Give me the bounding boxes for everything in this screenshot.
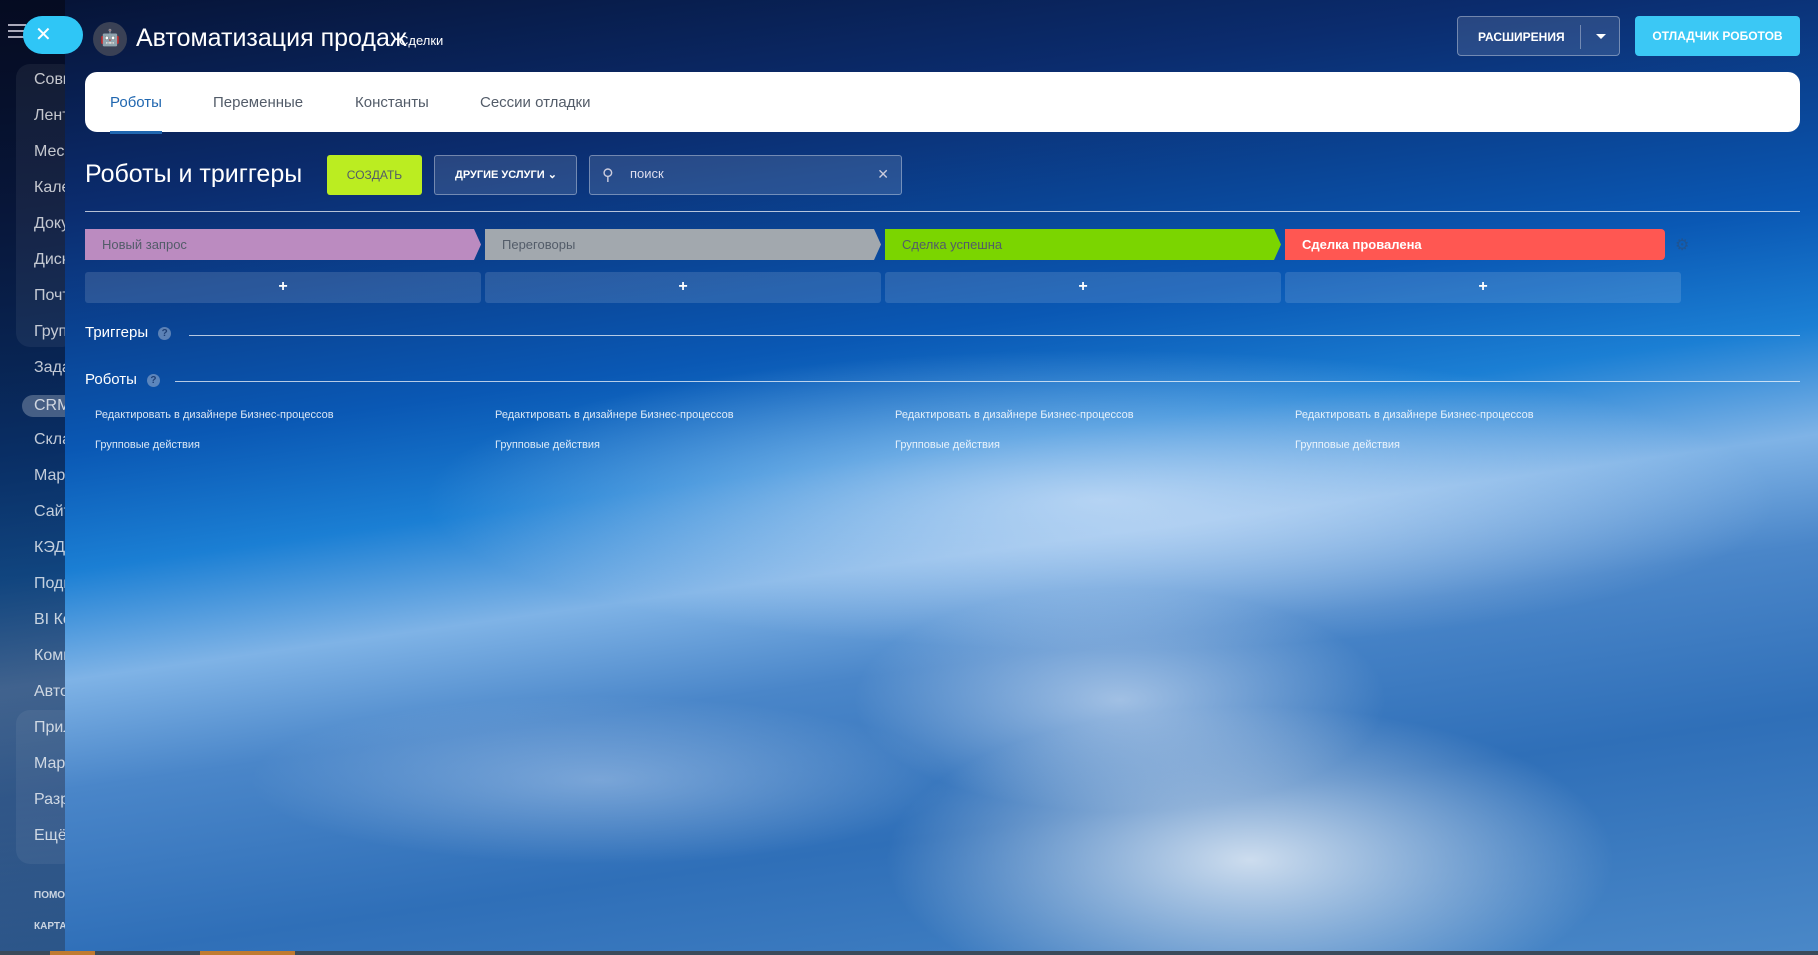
- entity-subtitle: Сделки: [399, 33, 444, 48]
- edit-in-designer-link[interactable]: Редактировать в дизайнере Бизнес-процесс…: [495, 409, 734, 421]
- group-actions-link[interactable]: Групповые действия: [495, 439, 600, 451]
- robots-heading: Роботы?: [85, 371, 160, 388]
- sidebar-item[interactable]: Зада: [34, 359, 65, 377]
- edit-in-designer-link[interactable]: Редактировать в дизайнере Бизнес-процесс…: [95, 409, 334, 421]
- sidebar-item[interactable]: Мар: [34, 467, 65, 485]
- sidebar-item[interactable]: Кале: [34, 179, 65, 197]
- group-actions-link[interactable]: Групповые действия: [895, 439, 1000, 451]
- sidebar-item[interactable]: BI Ко: [34, 611, 65, 629]
- divider: [175, 381, 1800, 382]
- sidebar-item[interactable]: Прил: [34, 719, 65, 737]
- sidebar-item[interactable]: Месс: [34, 143, 65, 161]
- triggers-label: Триггеры: [85, 324, 149, 341]
- robot-debugger-button[interactable]: ОТЛАДЧИК РОБОТОВ: [1635, 16, 1800, 56]
- stage-column-header: Сделка провалена: [1285, 229, 1665, 260]
- caret-down-icon[interactable]: [1596, 34, 1606, 44]
- tab-robots[interactable]: Роботы: [110, 94, 162, 134]
- close-slider-button[interactable]: ✕: [23, 16, 83, 54]
- tab-constants[interactable]: Константы: [355, 94, 429, 111]
- clear-icon[interactable]: ✕: [877, 166, 889, 183]
- sidebar-item[interactable]: Подп: [34, 575, 65, 593]
- robot-icon: 🤖: [93, 22, 127, 56]
- extensions-button[interactable]: РАСШИРЕНИЯ: [1457, 16, 1620, 56]
- tab-debug-sessions[interactable]: Сессии отладки: [480, 94, 590, 111]
- sidebar-item[interactable]: Сайт: [34, 503, 65, 521]
- sidebar-item[interactable]: Почт: [34, 287, 65, 305]
- search-input[interactable]: [630, 166, 870, 181]
- sidebar-item[interactable]: CRM: [22, 395, 65, 417]
- divider: [1580, 25, 1581, 49]
- sidebar-item[interactable]: Авто: [34, 683, 65, 701]
- add-robot-button[interactable]: +: [485, 272, 881, 303]
- other-services-label: ДРУГИЕ УСЛУГИ: [455, 169, 545, 181]
- sidebar-footer-link[interactable]: ПОМО: [34, 890, 65, 901]
- group-actions-link[interactable]: Групповые действия: [95, 439, 200, 451]
- add-robot-button[interactable]: +: [85, 272, 481, 303]
- sidebar-item[interactable]: Ещё: [34, 827, 65, 845]
- stage-column-header: Переговоры: [485, 229, 881, 260]
- group-actions-link[interactable]: Групповые действия: [1295, 439, 1400, 451]
- add-robot-button[interactable]: +: [885, 272, 1281, 303]
- section-heading: Роботы и триггеры: [85, 160, 303, 188]
- divider: [189, 335, 1800, 336]
- page-title: Автоматизация продаж: [136, 24, 407, 52]
- robots-label: Роботы: [85, 371, 137, 388]
- left-sidebar: Совм Лент Месс Кале Доку Диск Почт Груп Зада CRM С…: [0, 0, 65, 955]
- sidebar-item[interactable]: Скла: [34, 431, 65, 449]
- sidebar-item[interactable]: Лент: [34, 107, 65, 125]
- sidebar-item[interactable]: Груп: [34, 323, 65, 341]
- tab-variables[interactable]: Переменные: [213, 94, 303, 111]
- gear-icon[interactable]: ⚙: [1675, 235, 1689, 255]
- search-icon: ⚲: [602, 167, 614, 184]
- sidebar-item[interactable]: Комп: [34, 647, 65, 665]
- help-icon[interactable]: ?: [146, 374, 160, 387]
- edit-in-designer-link[interactable]: Редактировать в дизайнере Бизнес-процесс…: [895, 409, 1134, 421]
- sidebar-item[interactable]: Совм: [34, 71, 65, 89]
- sidebar-footer-link[interactable]: КАРТА: [34, 921, 65, 932]
- create-button[interactable]: СОЗДАТЬ: [327, 155, 422, 195]
- divider: [85, 211, 1800, 212]
- edit-in-designer-link[interactable]: Редактировать в дизайнере Бизнес-процесс…: [1295, 409, 1534, 421]
- other-services-button[interactable]: ДРУГИЕ УСЛУГИ ⌄: [434, 155, 577, 195]
- add-robot-button[interactable]: +: [1285, 272, 1681, 303]
- sidebar-item[interactable]: Доку: [34, 215, 65, 233]
- sidebar-item[interactable]: КЭДО: [34, 539, 65, 557]
- close-icon: ✕: [35, 24, 52, 46]
- stage-column-header: Сделка успешна: [885, 229, 1281, 260]
- stage-column-header: Новый запрос: [85, 229, 481, 260]
- taskbar-strip: [0, 951, 1818, 955]
- chevron-down-icon: ⌄: [547, 169, 557, 181]
- triggers-heading: Триггеры?: [85, 324, 172, 341]
- help-icon[interactable]: ?: [158, 327, 172, 340]
- tab-bar: Роботы Переменные Константы Сессии отлад…: [85, 72, 1800, 134]
- sidebar-item[interactable]: Разр: [34, 791, 65, 809]
- search-box: ⚲ ✕: [589, 155, 902, 195]
- extensions-label: РАСШИРЕНИЯ: [1478, 30, 1565, 44]
- sidebar-item[interactable]: Диск: [34, 251, 65, 269]
- sidebar-item[interactable]: Мар: [34, 755, 65, 773]
